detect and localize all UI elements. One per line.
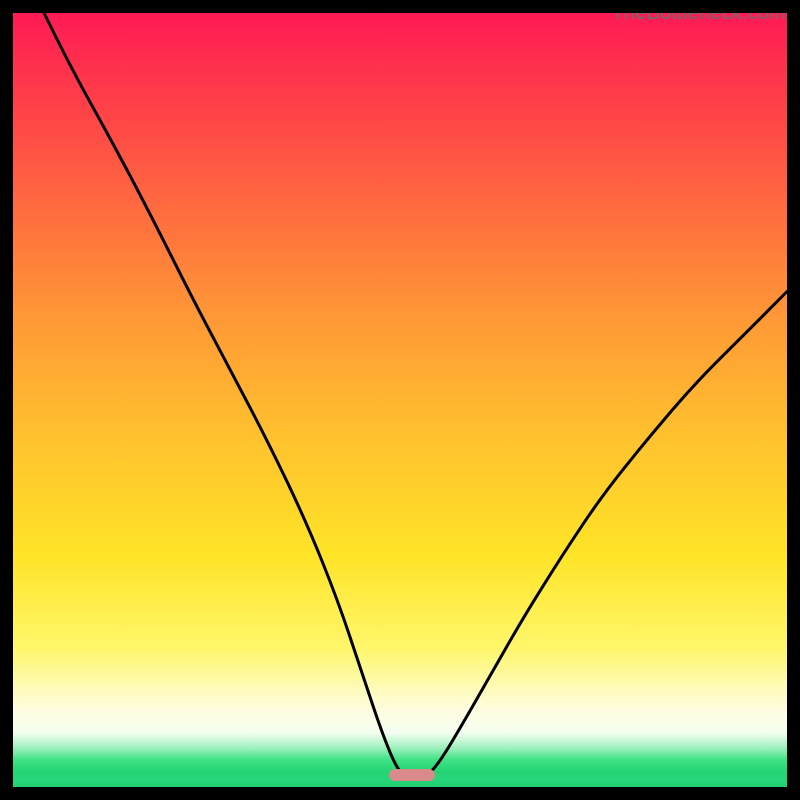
- bottleneck-curve: [13, 13, 787, 787]
- watermark-text: TheBottleneck.com: [611, 2, 786, 25]
- chart-stage: TheBottleneck.com: [0, 0, 800, 800]
- minimum-marker-pill: [389, 769, 435, 781]
- plot-area: [13, 13, 787, 787]
